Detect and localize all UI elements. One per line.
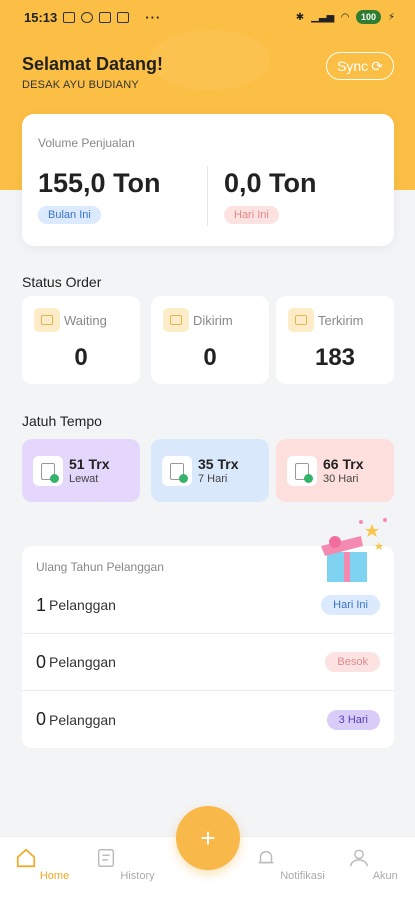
invoice-icon: [287, 456, 317, 486]
birthday-unit: Pelanggan: [49, 711, 116, 728]
birthday-row-tomorrow[interactable]: 0 Pelanggan Besok: [22, 634, 394, 691]
due-30days-card[interactable]: 66 Trx 30 Hari: [276, 439, 394, 502]
invoice-icon: [33, 456, 63, 486]
status-time: 15:13: [24, 9, 58, 25]
refresh-icon: ⟳: [371, 57, 383, 74]
signal-icon: ▁▃▅: [311, 11, 335, 23]
nav-akun[interactable]: Akun: [338, 847, 408, 882]
status-value: 0: [203, 344, 217, 371]
status-dikirim-card[interactable]: Dikirim 0: [151, 296, 269, 384]
charging-icon: ⚡: [387, 11, 395, 23]
sales-volume-card: Volume Penjualan 155,0 Ton Bulan Ini 0,0…: [22, 114, 394, 246]
due-value: 35 Trx: [198, 456, 239, 472]
header-decoration: [150, 30, 270, 90]
nav-home[interactable]: Home: [7, 847, 77, 882]
month-volume-value: 155,0 Ton: [38, 168, 161, 198]
birthday-badge: Besok: [325, 652, 380, 672]
due-label: 7 Hari: [198, 473, 228, 485]
wifi-icon: ◠: [341, 11, 349, 23]
plus-icon: +: [200, 822, 216, 853]
notification-icon: [258, 850, 274, 864]
app-icon: [81, 11, 94, 23]
status-label: Terkirim: [318, 313, 364, 328]
birthday-unit: Pelanggan: [49, 654, 116, 670]
invoice-icon: [162, 456, 192, 486]
battery-icon: 100: [355, 10, 381, 24]
home-icon: [16, 848, 35, 868]
add-order-button[interactable]: +: [176, 806, 240, 870]
status-label: Waiting: [64, 313, 107, 328]
status-value: 0: [74, 344, 88, 371]
due-label: Lewat: [69, 473, 99, 485]
status-terkirim-card[interactable]: Terkirim 183: [276, 296, 394, 384]
status-order-title: Status Order: [22, 274, 102, 290]
due-label: 30 Hari: [323, 473, 359, 485]
due-value: 51 Trx: [69, 456, 110, 472]
birthday-row-3days[interactable]: 0 Pelanggan 3 Hari: [22, 691, 394, 748]
sales-volume-label: Volume Penjualan: [38, 136, 135, 150]
calendar-icon: [117, 11, 130, 23]
nav-label: Notifikasi: [280, 870, 325, 882]
birthday-unit: Pelanggan: [49, 597, 116, 613]
sync-button[interactable]: Sync ⟳: [326, 52, 394, 80]
nav-notifikasi[interactable]: Notifikasi: [255, 847, 325, 882]
today-badge: Hari Ini: [224, 206, 279, 224]
more-notifications-icon: ···: [145, 9, 162, 25]
status-value: 183: [314, 344, 356, 371]
truck-icon: [163, 308, 189, 332]
volume-divider: [207, 166, 208, 226]
month-badge: Bulan Ini: [38, 206, 101, 224]
user-name: DESAK AYU BUDIANY: [22, 79, 139, 91]
status-bar: 15:13 ··· ✱ ▁▃▅ ◠ 100 ⚡: [0, 0, 415, 34]
birthday-count: 0: [36, 709, 47, 729]
birthday-count: 0: [36, 651, 47, 672]
birthday-count: 1: [36, 594, 47, 615]
due-7days-card[interactable]: 35 Trx 7 Hari: [151, 439, 269, 502]
birthday-row-today[interactable]: 1 Pelanggan Hari Ini: [22, 577, 394, 634]
status-waiting-card[interactable]: Waiting 0: [22, 296, 140, 384]
waiting-icon: [34, 308, 60, 332]
delivered-icon: [288, 308, 314, 332]
birthday-badge: Hari Ini: [321, 595, 380, 615]
image-icon: [99, 11, 112, 23]
due-value: 66 Trx: [323, 456, 364, 472]
due-title: Jatuh Tempo: [22, 413, 102, 429]
status-label: Dikirim: [193, 313, 233, 328]
account-icon: [350, 849, 369, 867]
birthday-title: Ulang Tahun Pelanggan: [36, 560, 164, 574]
nav-label: History: [120, 870, 155, 882]
nav-label: Home: [39, 870, 70, 882]
nav-label: Akun: [372, 870, 398, 882]
sync-label: Sync: [337, 58, 369, 74]
bluetooth-icon: ✱: [295, 11, 305, 23]
today-volume-value: 0,0 Ton: [224, 168, 317, 198]
due-overdue-card[interactable]: 51 Trx Lewat: [22, 439, 140, 502]
nav-history[interactable]: History: [90, 847, 160, 882]
birthday-badge: 3 Hari: [326, 709, 380, 730]
greeting-title: Selamat Datang!: [22, 54, 164, 74]
birthday-card: Ulang Tahun Pelanggan 1 Pelanggan Hari I…: [22, 518, 394, 748]
history-icon: [98, 849, 115, 867]
message-icon: [63, 11, 76, 23]
